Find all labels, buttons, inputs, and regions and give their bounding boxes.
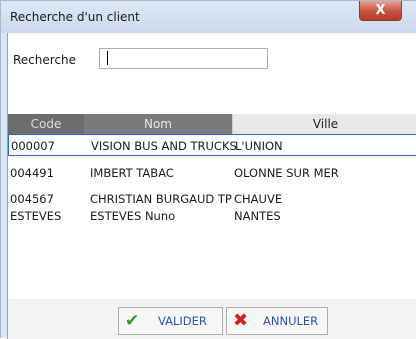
cell-ville: NANTES xyxy=(234,209,281,223)
cell-ville: OLONNE SUR MER xyxy=(234,166,339,180)
cancel-label: ANNULER xyxy=(263,314,319,328)
cell-code: 004567 xyxy=(10,192,54,206)
column-header-code[interactable]: Code xyxy=(8,114,84,134)
dialog-body: Recherche Code Nom Ville 000007 VISION B… xyxy=(7,33,416,339)
cell-nom: ESTEVES Nuno xyxy=(90,209,176,223)
column-header-nom[interactable]: Nom xyxy=(84,114,232,134)
validate-label: VALIDER xyxy=(158,314,207,328)
close-icon: X xyxy=(375,3,386,18)
search-input[interactable] xyxy=(99,48,268,69)
table-row-selected[interactable]: 000007 VISION BUS AND TRUCKS L'UNION xyxy=(8,134,416,156)
cell-nom: CHRISTIAN BURGAUD TP xyxy=(90,192,232,206)
button-bar: ✔ VALIDER ✖ ANNULER xyxy=(8,299,416,339)
search-row: Recherche xyxy=(8,47,416,71)
x-icon: ✖ xyxy=(233,310,249,331)
table-header: Code Nom Ville xyxy=(8,114,416,134)
table-row[interactable]: 004491 IMBERT TABAC OLONNE SUR MER xyxy=(8,162,416,184)
check-icon: ✔ xyxy=(125,311,140,331)
cancel-button[interactable]: ✖ ANNULER xyxy=(226,307,328,335)
cell-code: 000007 xyxy=(11,139,55,153)
text-caret xyxy=(107,51,108,65)
search-label: Recherche xyxy=(13,53,77,67)
table-row[interactable]: ESTEVES ESTEVES Nuno NANTES xyxy=(8,205,416,227)
column-header-ville[interactable]: Ville xyxy=(232,114,416,134)
window-title: Recherche d'un client xyxy=(10,10,140,24)
cell-ville: L'UNION xyxy=(235,139,283,153)
title-bar[interactable]: Recherche d'un client X xyxy=(1,1,416,33)
cell-nom: VISION BUS AND TRUCKS xyxy=(91,139,237,153)
client-search-dialog: Recherche d'un client X Recherche Code N… xyxy=(0,0,416,339)
cell-ville: CHAUVE xyxy=(234,192,283,206)
cell-nom: IMBERT TABAC xyxy=(90,166,174,180)
validate-button[interactable]: ✔ VALIDER xyxy=(118,307,223,335)
cell-code: ESTEVES xyxy=(10,209,62,223)
close-button[interactable]: X xyxy=(359,1,402,21)
cell-code: 004491 xyxy=(10,166,54,180)
